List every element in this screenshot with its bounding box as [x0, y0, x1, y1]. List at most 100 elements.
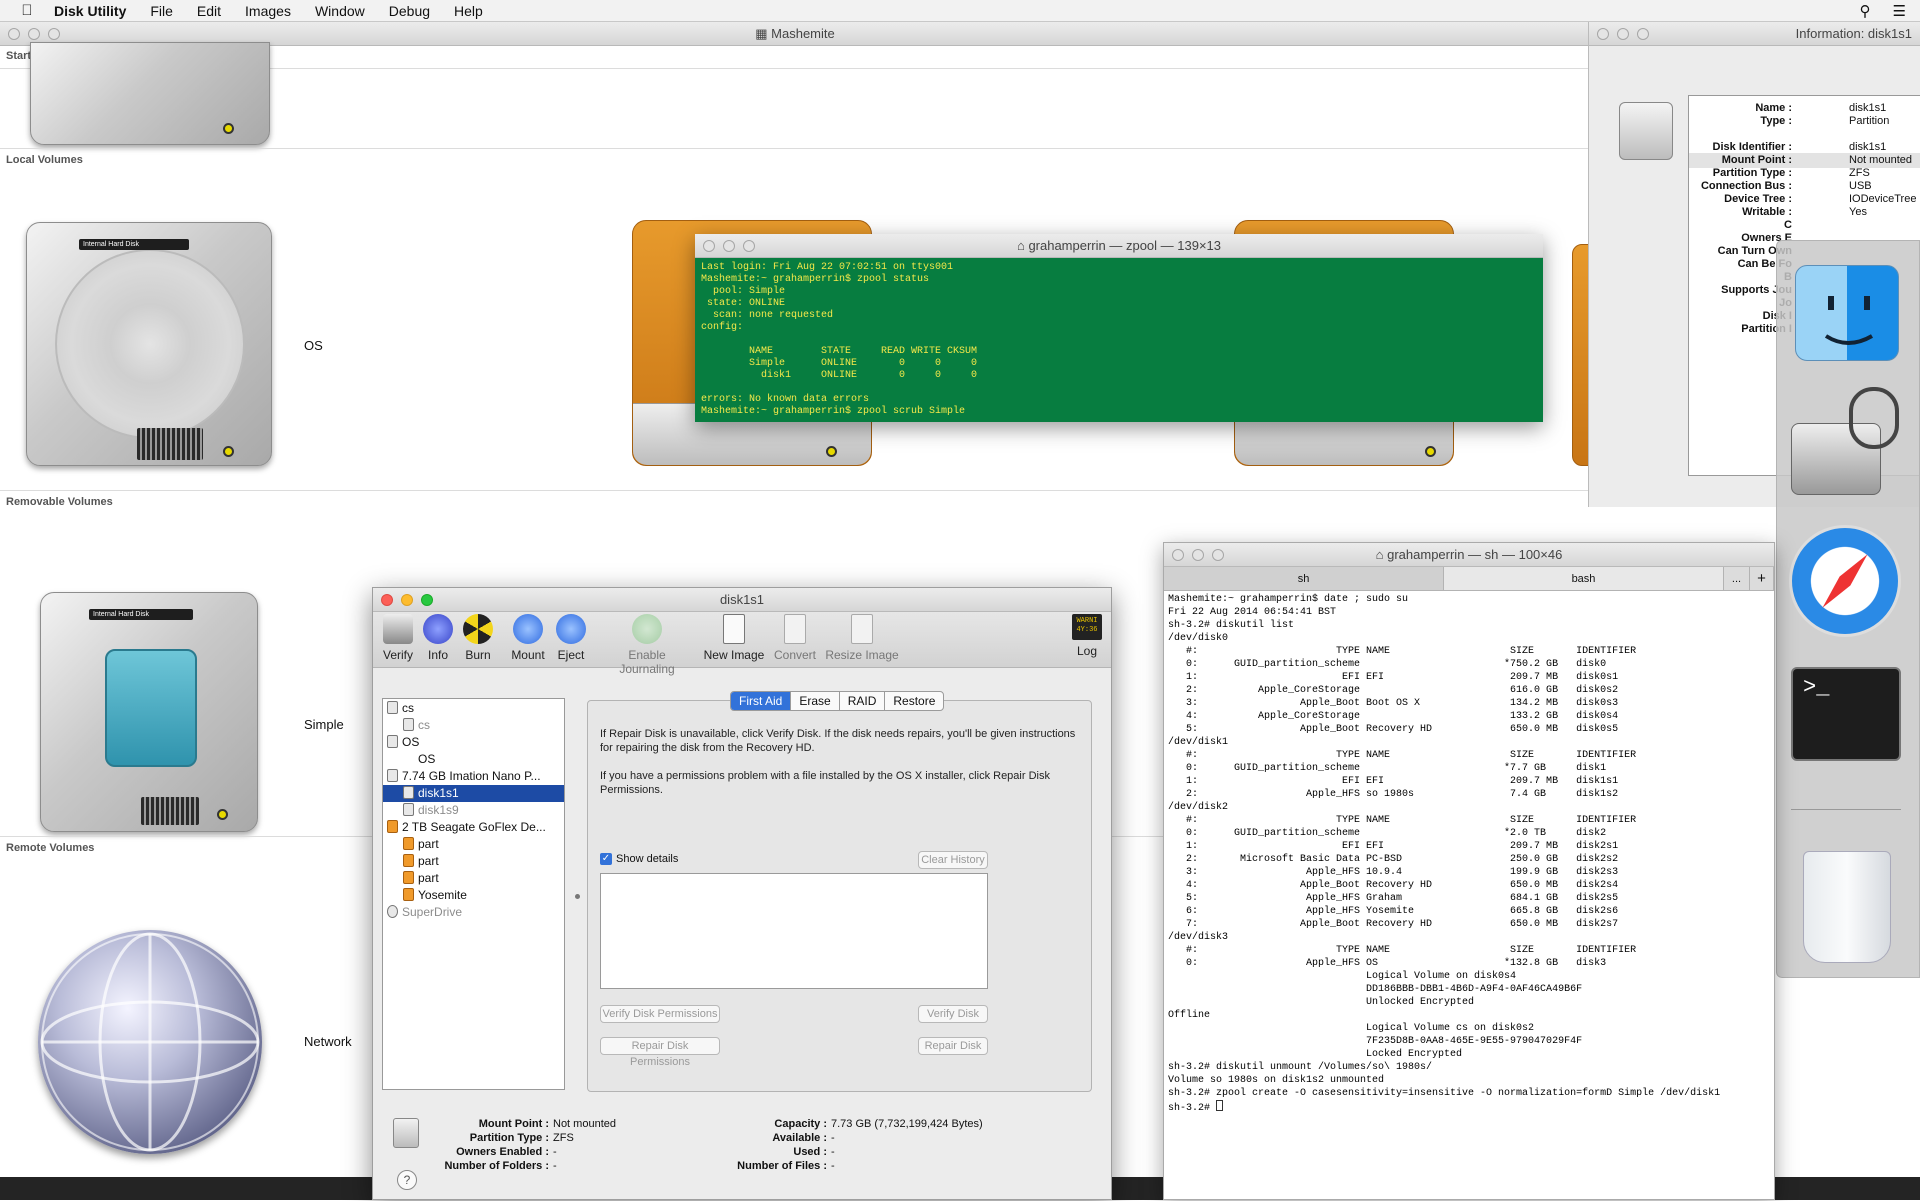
zpool-terminal-window[interactable]: ⌂ grahamperrin — zpool — 139×13 Last log…: [695, 234, 1543, 422]
apple-menu-icon[interactable]: : [0, 2, 54, 19]
tab-erase[interactable]: Erase: [791, 692, 840, 710]
drive-platter: [55, 249, 245, 439]
tab-sh[interactable]: sh: [1164, 567, 1444, 590]
sidebar-item[interactable]: 2 TB Seagate GoFlex De...: [383, 819, 564, 836]
window-controls: [381, 594, 433, 606]
sidebar-item[interactable]: cs: [383, 717, 564, 734]
sidebar-item[interactable]: part: [383, 853, 564, 870]
repair-disk-button[interactable]: Repair Disk: [918, 1037, 988, 1055]
minimize-button[interactable]: [401, 594, 413, 606]
verify-disk-permissions-button[interactable]: Verify Disk Permissions: [600, 1005, 720, 1023]
info-button[interactable]: Info: [423, 614, 453, 662]
verify-disk-button[interactable]: Verify Disk: [918, 1005, 988, 1023]
disk-utility-icon[interactable]: [1787, 381, 1907, 501]
minimize-button[interactable]: [723, 240, 735, 252]
verify-button[interactable]: Verify: [381, 614, 415, 662]
sidebar-item[interactable]: SuperDrive: [383, 904, 564, 921]
spotlight-search-icon[interactable]: ⚲: [1860, 2, 1871, 20]
volume-label-simple[interactable]: Simple: [304, 717, 344, 732]
sidebar-item-label: SuperDrive: [402, 905, 463, 919]
sidebar-item[interactable]: 7.74 GB Imation Nano P...: [383, 768, 564, 785]
zoom-button[interactable]: [743, 240, 755, 252]
close-button[interactable]: [8, 28, 20, 40]
menu-edit[interactable]: Edit: [197, 3, 221, 19]
sidebar-item[interactable]: part: [383, 836, 564, 853]
volume-label-os[interactable]: OS: [304, 338, 323, 353]
disk-info-value: -: [831, 1132, 835, 1144]
sidebar-item[interactable]: OS: [383, 734, 564, 751]
safari-icon[interactable]: [1789, 525, 1901, 637]
sidebar-item[interactable]: disk1s9: [383, 802, 564, 819]
close-button[interactable]: [1172, 549, 1184, 561]
new-image-button[interactable]: New Image: [703, 614, 765, 662]
menu-debug[interactable]: Debug: [389, 3, 430, 19]
simple-drive-icon[interactable]: Internal Hard Disk: [40, 592, 258, 832]
close-button[interactable]: [1597, 28, 1609, 40]
drive-vent: [137, 428, 203, 460]
zoom-button[interactable]: [421, 594, 433, 606]
disk-utility-window[interactable]: disk1s1 Verify Info Burn Mount Eject Ena…: [372, 587, 1112, 1200]
close-button[interactable]: [381, 594, 393, 606]
new-tab-button[interactable]: +: [1750, 567, 1774, 590]
sidebar-item[interactable]: Yosemite: [383, 887, 564, 904]
terminal-output[interactable]: Mashemite:~ grahamperrin$ date ; sudo su…: [1164, 591, 1774, 1201]
os-drive-icon[interactable]: Internal Hard Disk: [26, 222, 272, 466]
clear-history-button[interactable]: Clear History: [918, 851, 988, 869]
show-details-checkbox[interactable]: ✓ Show details: [600, 853, 678, 865]
app-menu[interactable]: Disk Utility: [54, 3, 126, 19]
minimize-button[interactable]: [1192, 549, 1204, 561]
zoom-button[interactable]: [1212, 549, 1224, 561]
disk-icon: [1619, 102, 1673, 160]
toolbar-label: Verify: [382, 648, 413, 662]
finder-icon[interactable]: [1795, 265, 1899, 361]
repair-disk-permissions-button[interactable]: Repair Disk Permissions: [600, 1037, 720, 1068]
disk-info-row: Mount Point : Not mounted: [425, 1118, 616, 1130]
log-button[interactable]: WARNI 4Y:36 Log: [1070, 614, 1104, 658]
tab-overflow-button[interactable]: ...: [1724, 567, 1750, 590]
menu-file[interactable]: File: [150, 3, 173, 19]
convert-button[interactable]: Convert: [771, 614, 819, 662]
sidebar-item[interactable]: disk1s1: [383, 785, 564, 802]
eject-button[interactable]: Eject: [556, 614, 586, 662]
close-button[interactable]: [703, 240, 715, 252]
terminal-icon[interactable]: >_: [1791, 667, 1901, 761]
volume-label-network[interactable]: Network: [304, 1034, 352, 1049]
tab-restore[interactable]: Restore: [885, 692, 943, 710]
sidebar-item[interactable]: cs: [383, 700, 564, 717]
burn-button[interactable]: Burn: [461, 614, 495, 662]
menu-help[interactable]: Help: [454, 3, 483, 19]
trash-icon[interactable]: [1803, 851, 1891, 963]
terminal-output[interactable]: Last login: Fri Aug 22 07:02:51 on ttys0…: [695, 258, 1543, 422]
zoom-button[interactable]: [1637, 28, 1649, 40]
sidebar-item[interactable]: OS: [383, 751, 564, 768]
sh-terminal-window[interactable]: ⌂ grahamperrin — sh — 100×46 sh bash ...…: [1163, 542, 1775, 1200]
startup-drive-icon[interactable]: [30, 42, 270, 145]
zoom-button[interactable]: [48, 28, 60, 40]
notification-center-icon[interactable]: ☰: [1893, 2, 1906, 20]
sidebar-item-label: cs: [418, 718, 430, 732]
mount-button[interactable]: Mount: [509, 614, 547, 662]
minimize-button[interactable]: [28, 28, 40, 40]
microscope-icon: [383, 614, 413, 644]
sidebar-item-label: cs: [402, 701, 414, 715]
disk-small-icon: [393, 1118, 419, 1148]
minimize-button[interactable]: [1617, 28, 1629, 40]
info-icon: [423, 614, 453, 644]
disk-list-sidebar[interactable]: cs cs OS OS 7.74 GB Imation Nano P... disk1s1…: [382, 698, 565, 1090]
tab-bash[interactable]: bash: [1444, 567, 1724, 590]
menu-images[interactable]: Images: [245, 3, 291, 19]
resize-image-button[interactable]: Resize Image: [825, 614, 899, 662]
sidebar-item[interactable]: part: [383, 870, 564, 887]
help-button[interactable]: ?: [397, 1170, 417, 1190]
network-globe-icon[interactable]: [38, 930, 262, 1154]
disk-icon: [403, 786, 414, 799]
menu-window[interactable]: Window: [315, 3, 365, 19]
split-handle[interactable]: [575, 894, 580, 899]
tab-first-aid[interactable]: First Aid: [731, 692, 792, 710]
info-key: Type :: [1760, 115, 1792, 127]
enable-journaling-button[interactable]: Enable Journaling: [599, 614, 695, 676]
drive-led: [826, 446, 837, 457]
tab-raid[interactable]: RAID: [840, 692, 886, 710]
disk-info-value: -: [831, 1146, 835, 1158]
details-log-area[interactable]: [600, 873, 988, 989]
